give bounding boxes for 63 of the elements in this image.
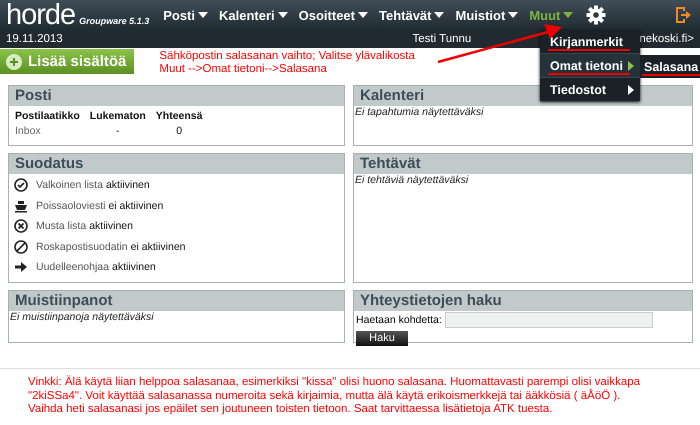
empty-message: Ei tehtäviä näytettäväksi bbox=[354, 174, 470, 186]
search-label: Haetaan kohdetta: bbox=[356, 314, 442, 326]
nav-menu[interactable]: Muut bbox=[529, 8, 574, 22]
filter-link[interactable]: Valkoinen lista bbox=[36, 179, 103, 192]
filter-link[interactable]: Poissaoloviesti bbox=[36, 200, 106, 212]
menu-item[interactable]: Tiedostot bbox=[540, 77, 640, 101]
arrow-right-icon bbox=[14, 260, 28, 274]
column-header: Postilaatikko bbox=[15, 110, 80, 122]
nav-menu[interactable]: Posti bbox=[163, 8, 208, 22]
x-circle-icon bbox=[14, 219, 28, 234]
date-text: 19.11.2013 bbox=[6, 33, 63, 45]
filter-status: ei aktiivinen bbox=[130, 240, 186, 253]
tip-text: Vinkki: Älä käytä liian helppoa salasanaa, esimerkiksi "kissa" olisi huono salasana. Huomattavasti parempi olisi vaikkapa bbox=[28, 376, 642, 389]
prohibited-icon bbox=[14, 240, 28, 254]
panel-title: Suodatus bbox=[9, 154, 344, 174]
menu-item[interactable]: Omat tietoni bbox=[540, 53, 640, 77]
filter-status: ei aktiivinen bbox=[108, 200, 164, 212]
plus-circle-icon bbox=[6, 54, 22, 70]
ship-icon bbox=[14, 198, 28, 213]
nav-menu[interactable]: Tehtävät bbox=[378, 8, 444, 22]
caret-icon bbox=[508, 12, 518, 18]
caret-icon bbox=[563, 12, 574, 18]
nav-menu[interactable]: Kalenteri bbox=[219, 8, 288, 22]
filter-link[interactable]: Uudelleenohjaa bbox=[36, 261, 109, 274]
user-text: nekoski.fi> bbox=[639, 33, 694, 45]
filter-status: aktiivinen bbox=[106, 179, 150, 192]
tip-text: Vaihda heti salasanasi jos epäilet sen joutuneen toisten tietoon. Saat tarvittaessa lisätietoja ATK tuesta. bbox=[28, 403, 554, 416]
empty-message: Ei muistiinpanoja näytettäväksi bbox=[9, 311, 155, 323]
search-button[interactable]: Haku bbox=[356, 330, 408, 346]
caret-icon bbox=[358, 12, 368, 18]
panel-title: Posti bbox=[9, 86, 344, 106]
logout-icon[interactable] bbox=[674, 6, 692, 24]
nav-menu[interactable]: Muistiot bbox=[455, 8, 518, 22]
column-header: Yhteensä bbox=[156, 110, 202, 122]
panel-title: Muistiinpanot bbox=[9, 291, 344, 311]
filter-status: aktiivinen bbox=[112, 261, 156, 274]
caret-icon bbox=[278, 12, 288, 18]
annotation-text: Sähköpostin salasanan vaihto; Valitse ylävalikosta bbox=[159, 50, 415, 63]
submenu-arrow-icon bbox=[628, 60, 634, 70]
caret-icon bbox=[434, 12, 444, 18]
table-cell-text: - bbox=[115, 125, 121, 137]
empty-message: Ei tapahtumia näytettäväksi bbox=[354, 106, 485, 118]
logo[interactable]: horde bbox=[6, 1, 76, 29]
product-version: Groupware 5.1.3 bbox=[79, 16, 150, 26]
menu-item[interactable]: Kirjanmerkit bbox=[540, 30, 640, 53]
filter-status: aktiivinen bbox=[89, 220, 133, 232]
filter-link[interactable]: Roskapostisuodatin bbox=[36, 240, 128, 253]
settings-icon[interactable] bbox=[586, 5, 606, 25]
annotation-text: Muut -->Omat tietoni-->Salasana bbox=[159, 63, 328, 76]
panel-title: Tehtävät bbox=[354, 154, 692, 174]
mailbox-link[interactable]: Inbox bbox=[15, 125, 80, 137]
user-text: Testi Tunnu bbox=[412, 33, 472, 45]
check-circle-icon bbox=[14, 178, 28, 192]
tip-text: "2kiSSa4". Voit käyttää salasanassa numeroita sekä kirjaimia, mutta älä käytä erikoismerkkejä tai ääkkösiä ( äÅöÖ ). bbox=[28, 390, 622, 403]
annotation-underline bbox=[642, 74, 700, 76]
panel-title: Yhteystietojen haku bbox=[354, 291, 692, 311]
column-header: Lukematon bbox=[90, 110, 146, 122]
caret-icon bbox=[198, 12, 208, 18]
search-field[interactable] bbox=[444, 312, 653, 328]
table-cell-text: 0 bbox=[175, 125, 184, 137]
filter-link[interactable]: Musta lista bbox=[36, 220, 86, 232]
nav-menu[interactable]: Osoitteet bbox=[298, 8, 368, 22]
submenu-arrow-icon bbox=[628, 84, 634, 94]
